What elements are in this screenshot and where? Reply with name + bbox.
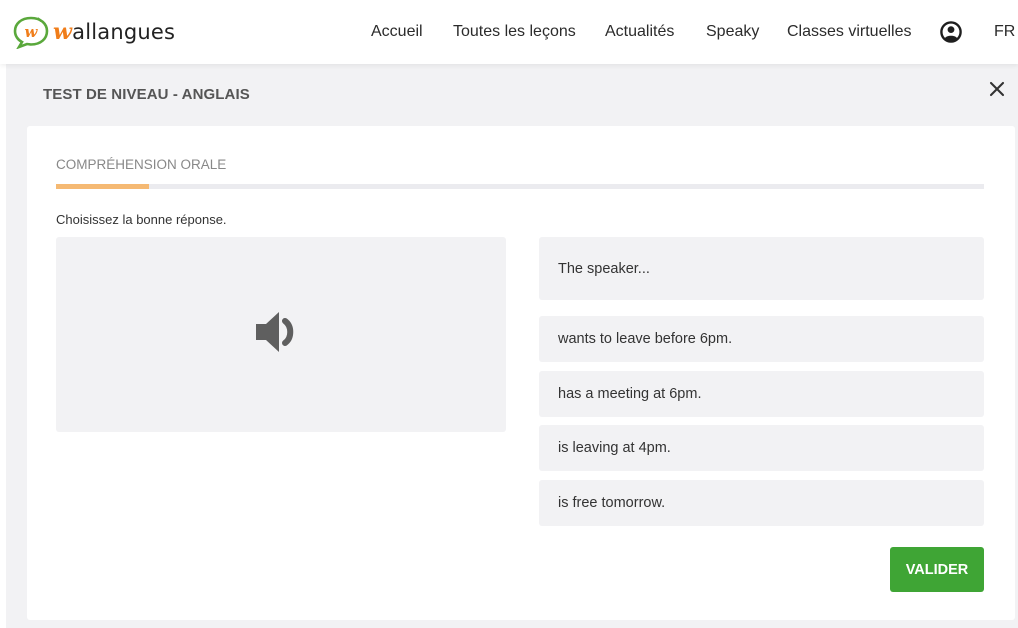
top-navigation-bar: w wallangues Accueil Toutes les leçons A… xyxy=(0,0,1018,64)
svg-text:w: w xyxy=(25,23,39,41)
answer-option-label: is free tomorrow. xyxy=(558,495,666,511)
answer-option-1[interactable]: wants to leave before 6pm. xyxy=(539,316,984,362)
question-card: COMPRÉHENSION ORALE Choisissez la bonne … xyxy=(27,126,1015,620)
nav-item-speaky[interactable]: Speaky xyxy=(706,23,759,41)
test-title: TEST DE NIVEAU - ANGLAIS xyxy=(43,86,250,103)
nav-item-toutes-les-lecons[interactable]: Toutes les leçons xyxy=(453,23,576,41)
audio-player[interactable] xyxy=(56,237,506,432)
progress-bar-fill xyxy=(56,184,149,189)
nav-item-actualites[interactable]: Actualités xyxy=(605,23,674,41)
wallangues-logo[interactable]: w wallangues xyxy=(12,14,175,50)
language-selector[interactable]: FR xyxy=(994,23,1015,41)
test-container: TEST DE NIVEAU - ANGLAIS COMPRÉHENSION O… xyxy=(6,64,1018,628)
question-text: The speaker... xyxy=(558,261,650,277)
submit-button[interactable]: VALIDER xyxy=(890,547,984,592)
user-circle-icon[interactable] xyxy=(940,21,962,43)
brand-initial: w xyxy=(53,19,73,45)
answer-option-label: is leaving at 4pm. xyxy=(558,440,671,456)
section-label: COMPRÉHENSION ORALE xyxy=(56,157,227,172)
answer-option-label: wants to leave before 6pm. xyxy=(558,331,733,347)
answer-option-2[interactable]: has a meeting at 6pm. xyxy=(539,371,984,417)
brand-name: wallangues xyxy=(53,19,175,45)
speech-bubble-w-icon: w xyxy=(13,16,49,49)
instruction-text: Choisissez la bonne réponse. xyxy=(56,212,227,227)
nav-item-accueil[interactable]: Accueil xyxy=(371,23,423,41)
answer-option-3[interactable]: is leaving at 4pm. xyxy=(539,425,984,471)
brand-name-rest: allangues xyxy=(72,20,176,44)
speaker-volume-icon[interactable] xyxy=(254,307,306,357)
close-icon[interactable] xyxy=(986,78,1008,100)
answer-option-4[interactable]: is free tomorrow. xyxy=(539,480,984,526)
progress-bar xyxy=(56,184,984,189)
nav-item-classes-virtuelles[interactable]: Classes virtuelles xyxy=(787,23,911,41)
answer-option-label: has a meeting at 6pm. xyxy=(558,386,702,402)
question-prompt: The speaker... xyxy=(539,237,984,300)
